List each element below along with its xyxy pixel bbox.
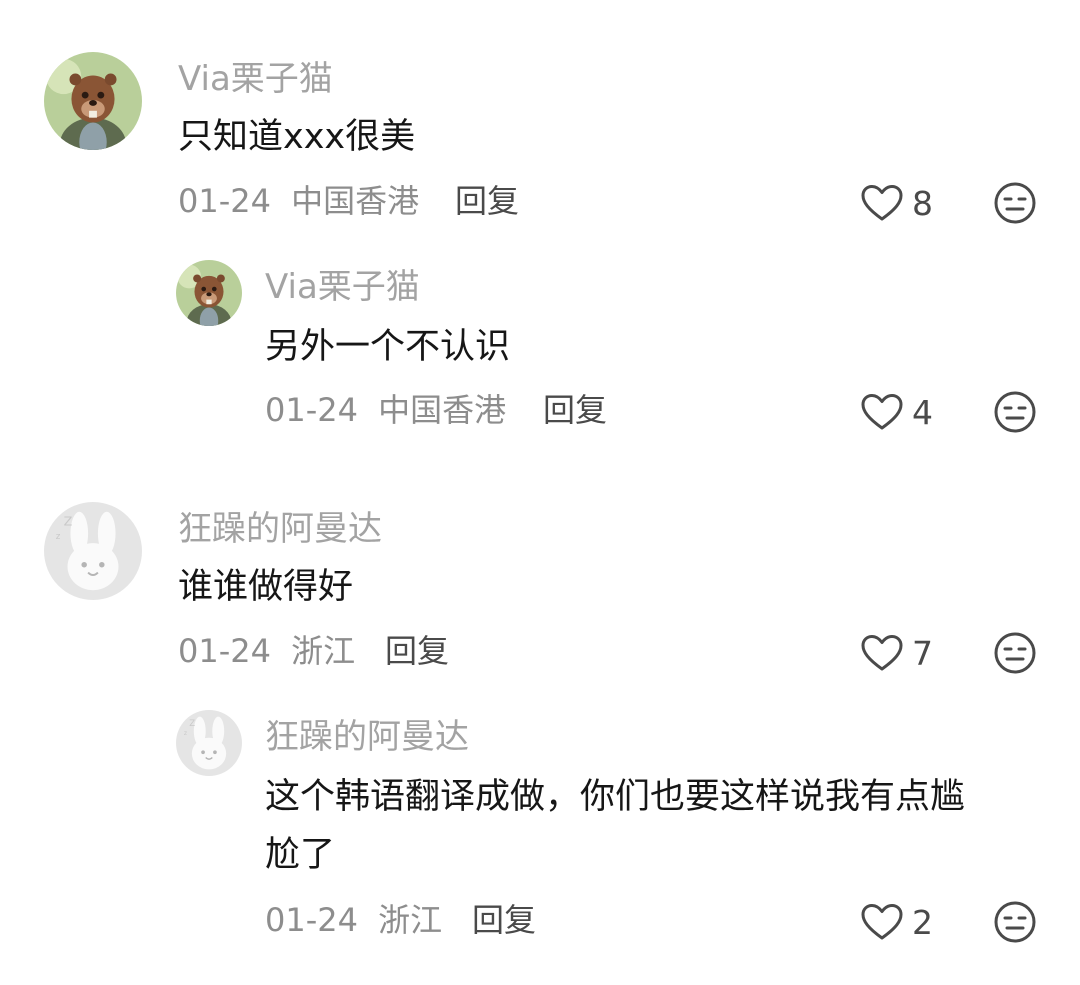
reply-button[interactable]: 回复 [385, 635, 449, 667]
heart-icon [861, 904, 903, 940]
like-button[interactable] [860, 392, 904, 432]
reaction-button[interactable] [993, 900, 1037, 944]
reaction-button[interactable] [993, 181, 1037, 225]
like-count: 8 [912, 184, 933, 223]
avatar[interactable]: Z z [44, 502, 142, 600]
username[interactable]: 狂躁的阿曼达 [265, 720, 469, 754]
like-count: 2 [912, 903, 933, 942]
comment-location: 中国香港 [378, 391, 507, 429]
comment-meta: 01-24 中国香港 [265, 394, 506, 426]
comment-1: Via栗子猫 只知道xxx很美 01-24 中国香港 回复 8 [0, 0, 1080, 240]
reply-button[interactable]: 回复 [472, 904, 536, 936]
neutral-face-icon [994, 182, 1036, 224]
reply-button[interactable]: 回复 [455, 185, 519, 217]
avatar[interactable] [176, 260, 242, 326]
comment-text-line-2: 尬了 [265, 835, 336, 875]
like-count: 4 [912, 393, 933, 432]
like-count: 7 [912, 634, 933, 673]
svg-text:z: z [184, 730, 187, 737]
neutral-face-icon [994, 632, 1036, 674]
username[interactable]: 狂躁的阿曼达 [178, 512, 382, 546]
comment-location: 中国香港 [291, 182, 420, 220]
username[interactable]: Via栗子猫 [178, 62, 333, 96]
comment-text: 谁谁做得好 [178, 567, 354, 607]
comment-location: 浙江 [378, 901, 443, 939]
comment-3: Z z 狂躁的阿曼达 谁谁做得好 01-24 浙江 回复 7 [0, 460, 1080, 700]
like-button[interactable] [860, 902, 904, 942]
comment-text: 只知道xxx很美 [178, 117, 416, 157]
reply-button[interactable]: 回复 [543, 394, 607, 426]
comment-text-line-1: 这个韩语翻译成做，你们也要这样说我有点尴 [265, 777, 966, 817]
beaver-avatar-icon [44, 52, 142, 150]
reaction-button[interactable] [993, 631, 1037, 675]
comment-date: 01-24 [178, 182, 271, 220]
beaver-avatar-icon [176, 260, 242, 326]
svg-text:Z: Z [64, 515, 73, 530]
comment-2: Via栗子猫 另外一个不认识 01-24 中国香港 回复 4 [0, 240, 1080, 460]
neutral-face-icon [994, 391, 1036, 433]
comment-date: 01-24 [178, 632, 271, 670]
neutral-face-icon [994, 901, 1036, 943]
bunny-avatar-icon: Z z [44, 502, 142, 600]
comment-text: 另外一个不认识 [265, 327, 511, 367]
username[interactable]: Via栗子猫 [265, 270, 420, 304]
bunny-avatar-icon: Z z [176, 710, 242, 776]
comment-meta: 01-24 浙江 [265, 904, 442, 936]
reaction-button[interactable] [993, 390, 1037, 434]
like-button[interactable] [860, 183, 904, 223]
svg-text:z: z [56, 532, 61, 542]
comment-4: Z z 狂躁的阿曼达 这个韩语翻译成做，你们也要这样说我有点尴 尬了 01-24… [0, 700, 1080, 985]
heart-icon [861, 394, 903, 430]
comment-date: 01-24 [265, 901, 358, 939]
comment-meta: 01-24 浙江 [178, 635, 355, 667]
avatar[interactable]: Z z [176, 710, 242, 776]
avatar[interactable] [44, 52, 142, 150]
comment-date: 01-24 [265, 391, 358, 429]
svg-text:Z: Z [189, 719, 195, 729]
heart-icon [861, 185, 903, 221]
like-button[interactable] [860, 633, 904, 673]
comment-location: 浙江 [291, 632, 356, 670]
comment-meta: 01-24 中国香港 [178, 185, 419, 217]
heart-icon [861, 635, 903, 671]
